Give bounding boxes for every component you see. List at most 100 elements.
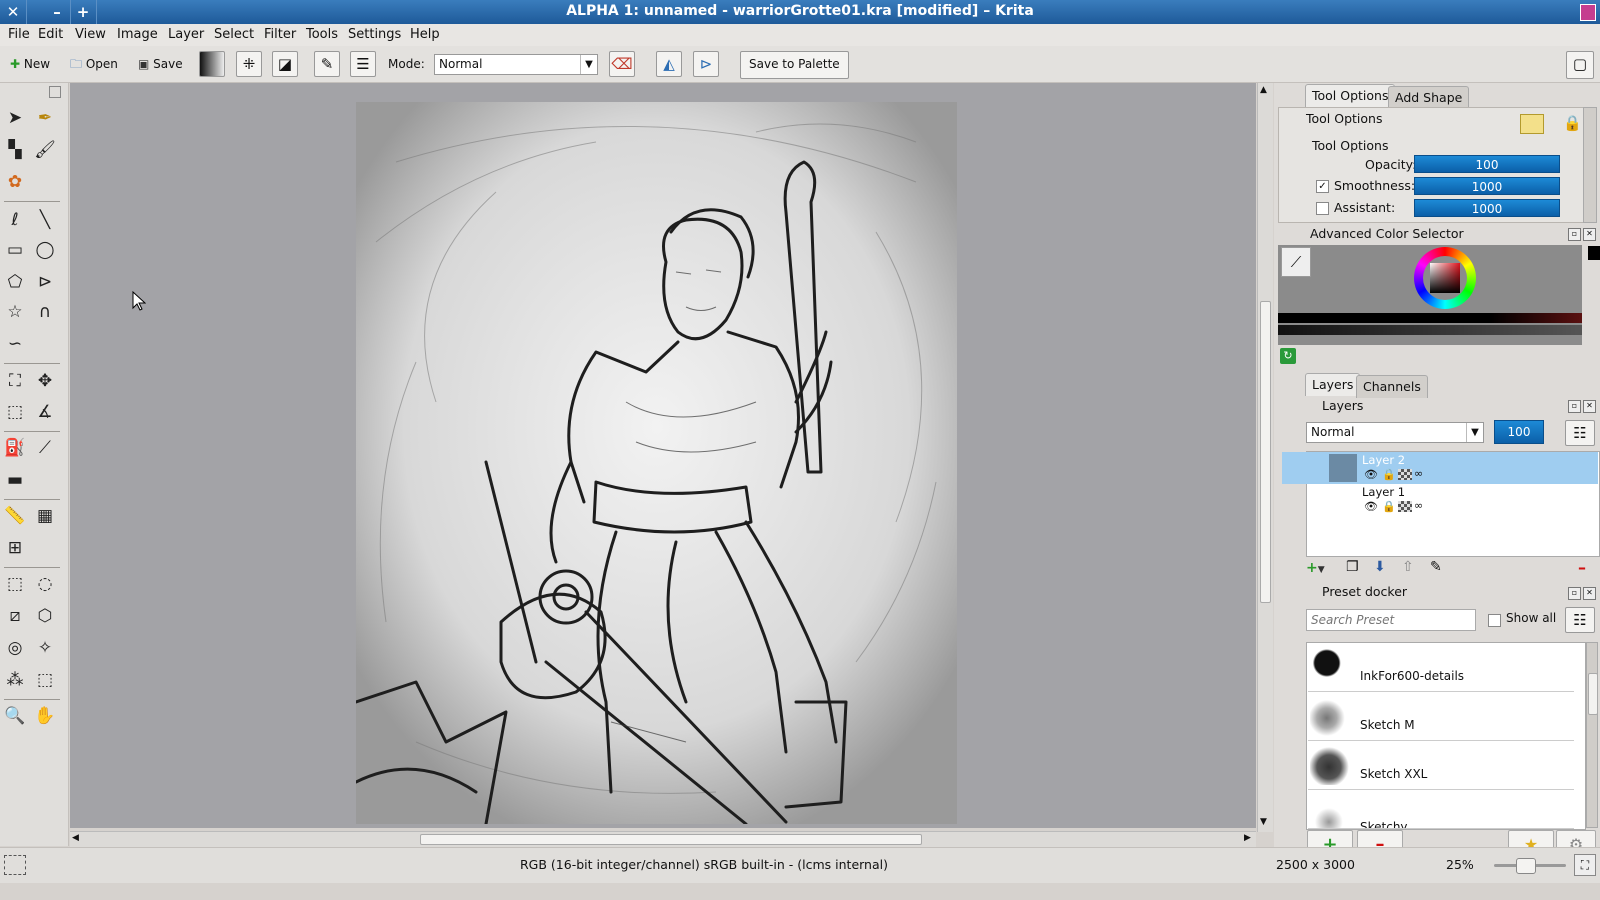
menu-edit[interactable]: Edit <box>38 27 63 42</box>
current-color-swatch[interactable] <box>1588 246 1600 260</box>
layer-opacity-slider[interactable]: 100 <box>1494 420 1544 444</box>
layer-view-options-button[interactable]: ☷ <box>1565 420 1595 446</box>
artwork-canvas[interactable] <box>356 102 957 824</box>
zoom-slider[interactable] <box>1494 858 1566 874</box>
brush-selection-tool[interactable]: ⧄ <box>2 603 28 629</box>
menu-settings[interactable]: Settings <box>348 27 401 42</box>
workspace-chooser-button[interactable]: ▢ <box>1566 51 1594 79</box>
perspective-grid-tool[interactable]: ▦ <box>32 503 58 529</box>
menu-file[interactable]: File <box>8 27 30 42</box>
color-wheel[interactable] <box>1414 247 1476 309</box>
move-layer-down-button[interactable]: ⬇ <box>1374 559 1386 575</box>
outline-selection-tool[interactable]: ◎ <box>2 635 28 661</box>
pattern-edit-tool[interactable]: ▚ <box>2 137 28 163</box>
brush-settings-button[interactable]: ☰ <box>350 51 376 77</box>
mirror-vertical-button[interactable]: ⊳ <box>693 51 719 77</box>
measure-tool[interactable]: ∡ <box>32 399 58 425</box>
gradient-edit-tool[interactable]: 🖌 <box>32 137 58 163</box>
save-to-palette-button[interactable]: Save to Palette <box>740 51 849 79</box>
vertical-scroll-thumb[interactable] <box>1260 301 1271 603</box>
menu-tools[interactable]: Tools <box>306 27 338 42</box>
ruler-assistant-tool[interactable]: 📏 <box>2 503 28 529</box>
selection-status-icon[interactable] <box>4 855 26 875</box>
zoom-slider-handle[interactable] <box>1516 858 1536 874</box>
layer-properties-button[interactable]: ✎ <box>1430 559 1442 575</box>
blend-mode-combo[interactable]: Normal ▼ <box>434 54 598 75</box>
duplicate-layer-button[interactable]: ❐ <box>1346 559 1359 575</box>
layer-blend-mode-combo[interactable]: Normal ▼ <box>1306 422 1484 443</box>
tool-options-scrollbar[interactable] <box>1583 107 1597 223</box>
layer-visibility-icon[interactable]: 👁 <box>1364 468 1378 481</box>
delete-layer-button[interactable]: – <box>1578 558 1586 577</box>
close-dock-icon[interactable]: ✕ <box>1583 587 1596 600</box>
refresh-icon[interactable]: ↻ <box>1280 348 1296 364</box>
canvas-vertical-scrollbar[interactable]: ▲ ▼ <box>1257 83 1273 832</box>
canvas-area[interactable] <box>70 83 1256 828</box>
color-picker-tool[interactable]: ⟋ <box>32 435 58 461</box>
pan-tool[interactable]: ✋ <box>32 703 58 729</box>
rectangular-selection-tool[interactable]: ⬚ <box>2 571 28 597</box>
new-button[interactable]: ✚ New <box>10 52 50 76</box>
polyline-tool[interactable]: ⊳ <box>32 269 58 295</box>
crop-tool[interactable]: ⛶ <box>2 368 28 394</box>
preset-item[interactable]: Sketch XXL <box>1308 741 1574 790</box>
menu-layer[interactable]: Layer <box>168 27 204 42</box>
freehand-brush-tool[interactable]: ℓ <box>2 207 28 233</box>
pattern-selector-button[interactable]: ⁜ <box>236 51 262 77</box>
smoothness-checkbox[interactable]: ✓ <box>1316 180 1329 193</box>
scroll-left-icon[interactable]: ◀ <box>72 833 79 843</box>
assistant-checkbox[interactable] <box>1316 202 1329 215</box>
layer-visibility-icon[interactable]: 👁 <box>1364 500 1378 513</box>
move-layer-up-button[interactable]: ⇧ <box>1402 559 1414 575</box>
menu-help[interactable]: Help <box>410 27 440 42</box>
layer-lock-icon[interactable]: 🔒 <box>1382 500 1396 513</box>
horizontal-scroll-thumb[interactable] <box>420 834 922 845</box>
save-button[interactable]: ▣ Save <box>138 52 183 76</box>
alpha-lock-icon[interactable] <box>1398 501 1412 512</box>
scroll-up-icon[interactable]: ▲ <box>1260 85 1267 95</box>
contiguous-selection-tool[interactable]: ✧ <box>32 635 58 661</box>
swap-colors-button[interactable]: ◪ <box>272 51 298 77</box>
bezier-tool[interactable]: ∩ <box>32 299 58 325</box>
saturation-value-square[interactable] <box>1430 263 1460 293</box>
close-dock-icon[interactable]: ✕ <box>1583 228 1596 241</box>
float-dock-icon[interactable]: ▫ <box>1568 400 1581 413</box>
path-selection-tool[interactable]: ⬚ <box>32 667 58 693</box>
inherit-alpha-icon[interactable]: ∞ <box>1414 467 1423 480</box>
elliptical-selection-tool[interactable]: ◌ <box>32 571 58 597</box>
preset-item[interactable]: InkFor600-details <box>1308 643 1574 692</box>
alpha-lock-icon[interactable] <box>1398 469 1412 480</box>
open-button[interactable]: 🗀 Open <box>70 52 118 76</box>
menu-image[interactable]: Image <box>117 27 158 42</box>
freehand-path-tool[interactable]: ∽ <box>2 331 28 357</box>
close-dock-icon[interactable]: ✕ <box>1583 400 1596 413</box>
search-preset-input[interactable] <box>1306 609 1476 631</box>
smoothness-slider[interactable]: 1000 <box>1414 177 1560 195</box>
move-tool[interactable]: ✥ <box>32 368 58 394</box>
mirror-horizontal-button[interactable]: ◭ <box>656 51 682 77</box>
gradient-selector-button[interactable] <box>199 51 225 77</box>
similar-selection-tool[interactable]: ⁂ <box>2 667 28 693</box>
gradient-tool[interactable]: ▬ <box>2 467 28 493</box>
tab-tool-options[interactable]: Tool Options <box>1305 84 1396 107</box>
menu-view[interactable]: View <box>75 27 106 42</box>
fit-page-icon[interactable]: ⛶ <box>1574 854 1596 876</box>
preset-list-scrollbar[interactable] <box>1586 642 1598 828</box>
polygon-tool[interactable]: ⬠ <box>2 269 28 295</box>
tab-channels[interactable]: Channels <box>1356 375 1428 398</box>
float-toolbox-icon[interactable] <box>49 86 61 98</box>
show-all-checkbox[interactable] <box>1488 614 1501 627</box>
rectangle-tool[interactable]: ▭ <box>2 237 28 263</box>
layer-name[interactable]: Layer 1 <box>1362 485 1405 499</box>
ellipse-tool[interactable]: ◯ <box>32 237 58 263</box>
menu-filter[interactable]: Filter <box>264 27 296 42</box>
add-layer-button[interactable]: +▼ <box>1306 560 1325 576</box>
tab-layers[interactable]: Layers <box>1305 373 1361 396</box>
line-tool[interactable]: ╲ <box>32 207 58 233</box>
polygon-selection-tool[interactable]: ⬡ <box>32 603 58 629</box>
layer-row[interactable]: Layer 2 👁 🔒 ∞ <box>1282 452 1598 484</box>
preset-scroll-thumb[interactable] <box>1588 673 1598 715</box>
folder-icon[interactable] <box>1520 114 1544 134</box>
zoom-tool[interactable]: 🔍 <box>2 703 28 729</box>
layer-row[interactable]: Layer 1 👁 🔒 ∞ <box>1282 484 1598 516</box>
